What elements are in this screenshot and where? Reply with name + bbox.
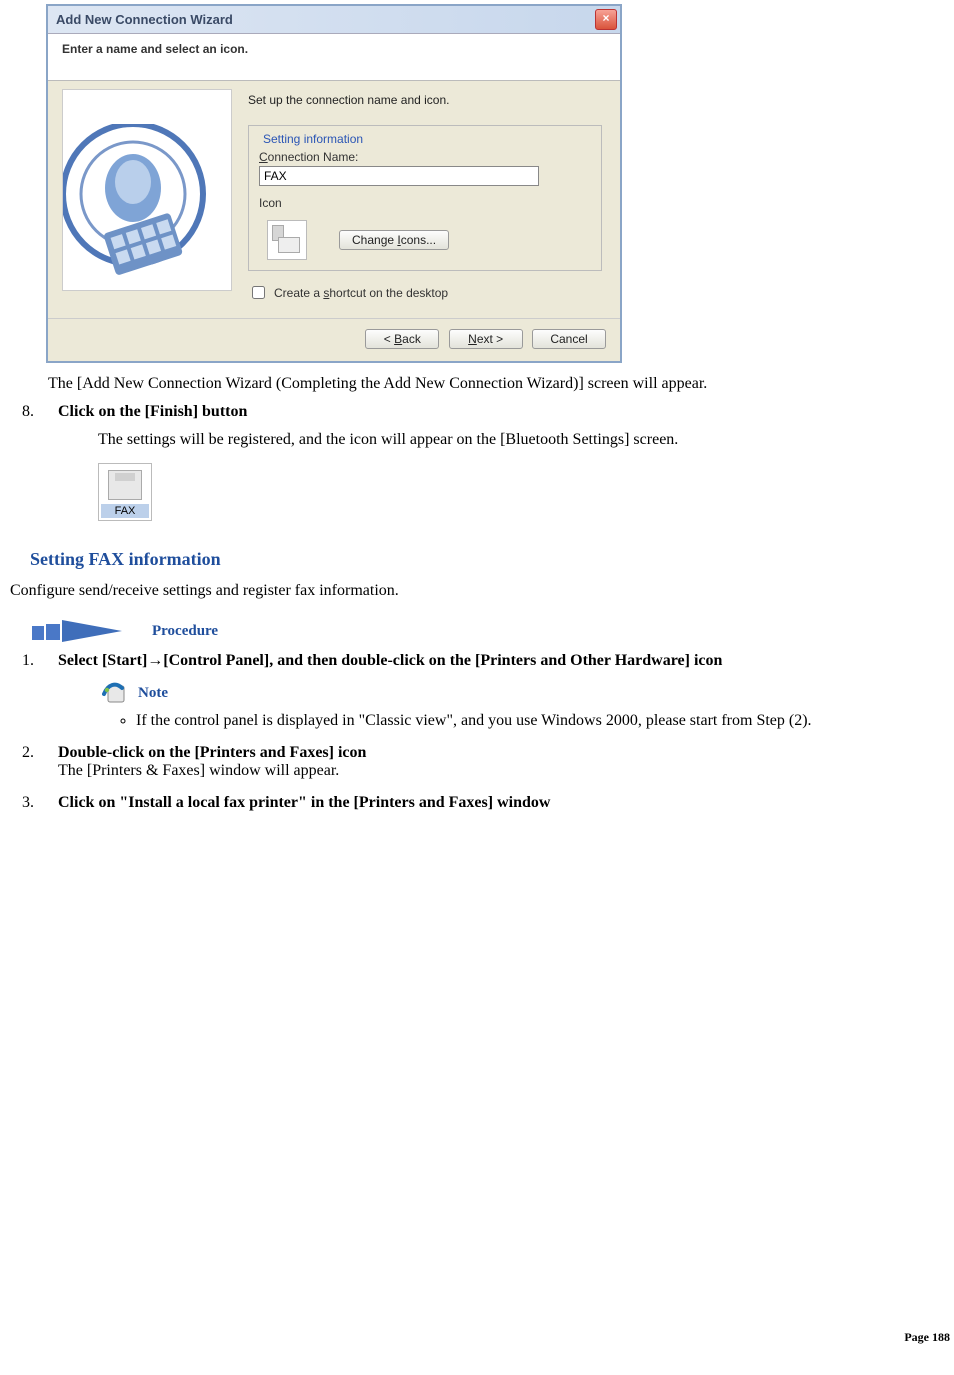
step-3: Click on "Install a local fax printer" i…	[38, 794, 954, 812]
wizard-dialog: Add New Connection Wizard × Enter a name…	[46, 4, 622, 363]
wizard-result-text: The [Add New Connection Wizard (Completi…	[48, 375, 954, 393]
setting-information-group: Setting information CConnection Name:onn…	[248, 125, 602, 271]
step-8-body: The settings will be registered, and the…	[98, 431, 954, 449]
step-2: Double-click on the [Printers and Faxes]…	[38, 744, 954, 780]
page-number: Page 188	[904, 1330, 950, 1345]
wizard-titlebar: Add New Connection Wizard ×	[48, 6, 620, 34]
step-2-title: Double-click on the [Printers and Faxes]…	[58, 744, 366, 761]
change-icons-button[interactable]: Change Icons...Change Icons...	[339, 230, 449, 250]
step-8: Click on the [Finish] button The setting…	[38, 403, 954, 521]
create-shortcut-label: Create a shortcut on the desktopCreate a…	[274, 286, 448, 300]
fax-icon-label: FAX	[101, 504, 149, 518]
section-title: Setting FAX information	[30, 549, 954, 570]
step-8-title: Click on the [Finish] button	[58, 403, 247, 420]
wizard-footer: < Back< Back Next >Next > Cancel	[48, 318, 620, 361]
wizard-instruction: Set up the connection name and icon.	[248, 93, 602, 107]
wizard-title: Add New Connection Wizard	[56, 12, 233, 27]
note-icon	[102, 680, 128, 706]
procedure-icon	[32, 618, 124, 644]
fax-icon-box: FAX	[98, 463, 152, 521]
close-icon[interactable]: ×	[595, 9, 617, 30]
fieldset-legend: Setting information	[259, 132, 367, 146]
step-1-text: Select [Start]→[Control Panel], and then…	[58, 652, 722, 669]
next-button[interactable]: Next >Next >	[449, 329, 523, 349]
back-button[interactable]: < Back< Back	[365, 329, 439, 349]
procedure-label: Procedure	[152, 623, 218, 640]
wizard-decorative-image	[62, 89, 232, 291]
create-shortcut-checkbox[interactable]	[252, 286, 265, 299]
wizard-header: Enter a name and select an icon.	[48, 34, 620, 81]
fax-icon	[108, 470, 142, 500]
connection-name-input[interactable]	[259, 166, 539, 186]
connection-name-label: CConnection Name:onnection Name:	[259, 150, 591, 164]
step-1: Select [Start]→[Control Panel], and then…	[38, 652, 954, 730]
note-label: Note	[138, 685, 168, 702]
wizard-body: Set up the connection name and icon. Set…	[48, 81, 620, 318]
cancel-button[interactable]: Cancel	[532, 329, 606, 349]
note-bullet: If the control panel is displayed in "Cl…	[136, 712, 954, 730]
icon-preview	[267, 220, 307, 260]
icon-label: Icon	[259, 196, 591, 210]
step-2-body: The [Printers & Faxes] window will appea…	[58, 762, 339, 779]
section-description: Configure send/receive settings and regi…	[10, 582, 954, 600]
step-3-text: Click on "Install a local fax printer" i…	[58, 794, 550, 811]
